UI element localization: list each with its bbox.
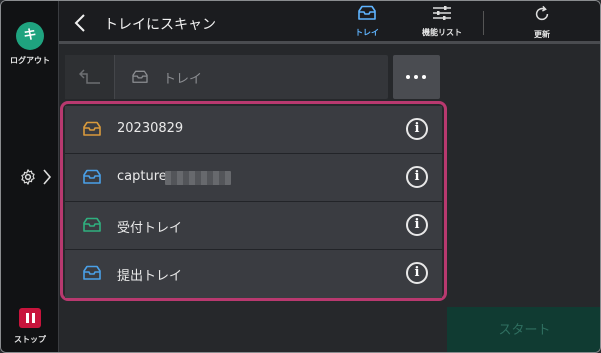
- info-icon[interactable]: i: [406, 118, 428, 140]
- info-icon[interactable]: i: [406, 262, 428, 284]
- tray-icon: [132, 70, 148, 83]
- parent-folder-button[interactable]: [65, 55, 115, 99]
- dot: [414, 75, 418, 79]
- header-bar: トレイにスキャン トレイ 機能リスト 更新: [59, 1, 600, 44]
- more-options-button[interactable]: [393, 55, 440, 99]
- up-level-icon: [79, 69, 100, 84]
- list-item[interactable]: capture i: [65, 154, 442, 202]
- refresh-label: 更新: [534, 30, 550, 39]
- stop-button[interactable]: [19, 308, 41, 328]
- chevron-right-icon: [43, 169, 52, 185]
- current-path: トレイ: [163, 72, 203, 87]
- start-button[interactable]: スタート: [447, 307, 600, 352]
- tray-icon: [83, 121, 101, 136]
- sliders-icon: [433, 6, 451, 20]
- function-list-label: 機能リスト: [422, 28, 462, 37]
- header-divider: [483, 11, 484, 35]
- list-item-label: 20230829: [117, 121, 184, 136]
- dot: [406, 75, 410, 79]
- settings-toggle[interactable]: [19, 165, 55, 189]
- refresh-button[interactable]: 更新: [512, 5, 572, 43]
- tray-icon: [83, 265, 101, 280]
- list-item-label: capture: [117, 169, 167, 184]
- list-item[interactable]: 受付トレイ i: [65, 202, 442, 250]
- logout-button[interactable]: キ: [16, 22, 44, 50]
- dot: [422, 75, 426, 79]
- function-list-button[interactable]: 機能リスト: [412, 5, 472, 43]
- logout-label: ログアウト: [10, 56, 50, 65]
- tray-icon: [358, 5, 376, 20]
- list-item-label: 提出トレイ: [117, 269, 183, 284]
- tray-tab-label: トレイ: [355, 28, 379, 37]
- info-icon[interactable]: i: [406, 166, 428, 188]
- tray-tab-button[interactable]: トレイ: [337, 5, 397, 43]
- stop-label: ストップ: [14, 335, 46, 344]
- page-title: トレイにスキャン: [104, 17, 216, 33]
- list-item[interactable]: 20230829 i: [65, 106, 442, 154]
- refresh-icon: [535, 5, 549, 21]
- path-bar: トレイ: [65, 55, 388, 99]
- list-item[interactable]: 提出トレイ i: [65, 250, 442, 298]
- tray-list: 20230829 i capture i 受付トレイ i 提出トレイ i: [60, 101, 447, 301]
- info-icon[interactable]: i: [406, 214, 428, 236]
- back-arrow-icon[interactable]: [71, 12, 91, 34]
- pause-bar-icon: [25, 313, 29, 323]
- list-item-label: 受付トレイ: [117, 221, 183, 236]
- tray-icon: [83, 169, 101, 184]
- redacted-text: [165, 171, 231, 185]
- left-rail: キ ログアウト ストップ: [1, 1, 59, 352]
- gear-icon: [21, 169, 35, 185]
- tray-icon: [83, 217, 101, 232]
- pause-bar-icon: [31, 313, 35, 323]
- app-frame: キ ログアウト ストップ トレイにスキャン トレイ 機能リスト 更新 トレイ 2…: [0, 0, 601, 353]
